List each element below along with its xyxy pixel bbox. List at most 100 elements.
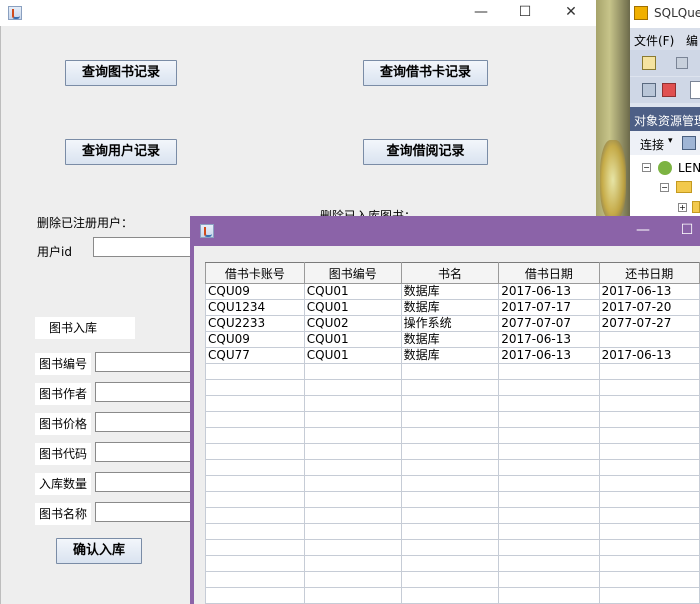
table-row[interactable]: CQU09 CQU01 数据库 2017-06-13 [205,331,700,348]
table-cell[interactable] [303,459,402,476]
table-cell[interactable] [303,523,402,540]
table-cell[interactable] [598,539,700,556]
connect-button[interactable]: 连接 [640,136,664,153]
table-cell[interactable] [400,539,500,556]
table-cell[interactable]: 数据库 [400,331,500,348]
table-row[interactable] [205,443,700,460]
menu-edit[interactable]: 编 [686,32,698,49]
table-cell[interactable]: CQU01 [303,331,402,348]
table-row[interactable] [205,411,700,428]
table-cell[interactable] [205,443,305,460]
table-cell[interactable] [598,363,700,380]
expand-icon[interactable]: − [642,163,651,172]
table-cell[interactable]: 数据库 [400,347,500,364]
table-cell[interactable] [400,507,500,524]
table-cell[interactable] [498,571,600,588]
table-cell[interactable] [598,395,700,412]
table-cell[interactable] [498,491,600,508]
table-cell[interactable] [598,475,700,492]
table-cell[interactable] [498,539,600,556]
table-cell[interactable]: CQU02 [303,315,402,332]
expand-icon[interactable]: + [678,203,687,212]
table-cell[interactable] [205,395,305,412]
table-cell[interactable] [598,443,700,460]
table-cell[interactable] [205,411,305,428]
dialog-maximize-button[interactable]: ☐ [664,218,700,244]
book-name-input[interactable] [95,502,195,522]
table-cell[interactable] [303,587,402,604]
table-cell[interactable] [205,523,305,540]
table-cell[interactable] [205,379,305,396]
book-price-input[interactable] [95,412,195,432]
column-header-borrow-date[interactable]: 借书日期 [498,262,600,284]
table-cell[interactable] [498,587,600,604]
execute-icon[interactable] [642,83,656,97]
minimize-button[interactable]: — [458,0,504,26]
connect-icon[interactable] [682,136,696,150]
table-cell[interactable]: 数据库 [400,299,500,316]
table-cell[interactable] [400,523,500,540]
table-cell[interactable] [303,379,402,396]
book-no-input[interactable] [95,352,195,372]
cancel-icon[interactable] [662,83,676,97]
table-cell[interactable] [400,443,500,460]
confirm-stock-button[interactable]: 确认入库 [56,538,142,564]
table-row[interactable] [205,363,700,380]
query-users-button[interactable]: 查询用户记录 [65,139,177,165]
table-cell[interactable]: CQU01 [303,283,402,300]
column-header-book-no[interactable]: 图书编号 [303,262,402,284]
column-header-return-date[interactable]: 还书日期 [598,262,700,284]
table-cell[interactable]: CQU01 [303,347,402,364]
close-button[interactable]: ✕ [548,0,594,26]
table-cell[interactable] [400,379,500,396]
table-cell[interactable] [400,571,500,588]
maximize-button[interactable]: ☐ [502,0,548,26]
table-cell[interactable] [400,587,500,604]
table-cell[interactable] [400,459,500,476]
table-cell[interactable] [498,411,600,428]
table-row[interactable] [205,491,700,508]
table-cell[interactable]: 2077-07-27 [598,315,700,332]
table-row[interactable]: CQU09 CQU01 数据库 2017-06-13 2017-06-13 [205,283,700,300]
table-cell[interactable]: 2017-06-13 [498,331,600,348]
table-cell[interactable]: CQU77 [205,347,305,364]
query-books-button[interactable]: 查询图书记录 [65,60,177,86]
book-author-input[interactable] [95,382,195,402]
table-cell[interactable]: CQU09 [205,283,305,300]
column-header-book-name[interactable]: 书名 [400,262,500,284]
table-row[interactable] [205,395,700,412]
table-cell[interactable] [303,395,402,412]
column-header-card-account[interactable]: 借书卡账号 [205,262,305,284]
book-code-input[interactable] [95,442,195,462]
table-cell[interactable]: CQU1234 [205,299,305,316]
dialog-minimize-button[interactable]: — [620,218,666,244]
table-row[interactable]: CQU77 CQU01 数据库 2017-06-13 2017-06-13 [205,347,700,364]
table-cell[interactable] [598,555,700,572]
table-row[interactable] [205,475,700,492]
chevron-down-icon[interactable]: ▾ [668,136,673,146]
table-cell[interactable] [205,587,305,604]
table-cell[interactable]: 2017-06-13 [498,347,600,364]
table-cell[interactable] [205,363,305,380]
query-cards-button[interactable]: 查询借书卡记录 [363,60,488,86]
query-borrows-button[interactable]: 查询借阅记录 [363,139,488,165]
table-cell[interactable] [598,379,700,396]
table-cell[interactable] [598,427,700,444]
table-row[interactable] [205,539,700,556]
table-cell[interactable] [400,491,500,508]
table-cell[interactable] [205,459,305,476]
table-row[interactable] [205,507,700,524]
table-row[interactable] [205,571,700,588]
table-cell[interactable]: 数据库 [400,283,500,300]
table-cell[interactable] [498,523,600,540]
table-cell[interactable] [498,459,600,476]
table-cell[interactable] [400,395,500,412]
expand-icon[interactable]: − [660,183,669,192]
table-cell[interactable] [205,491,305,508]
table-cell[interactable] [303,427,402,444]
table-cell[interactable] [598,571,700,588]
table-cell[interactable] [400,427,500,444]
table-cell[interactable] [498,363,600,380]
table-cell[interactable] [205,539,305,556]
table-cell[interactable] [303,571,402,588]
